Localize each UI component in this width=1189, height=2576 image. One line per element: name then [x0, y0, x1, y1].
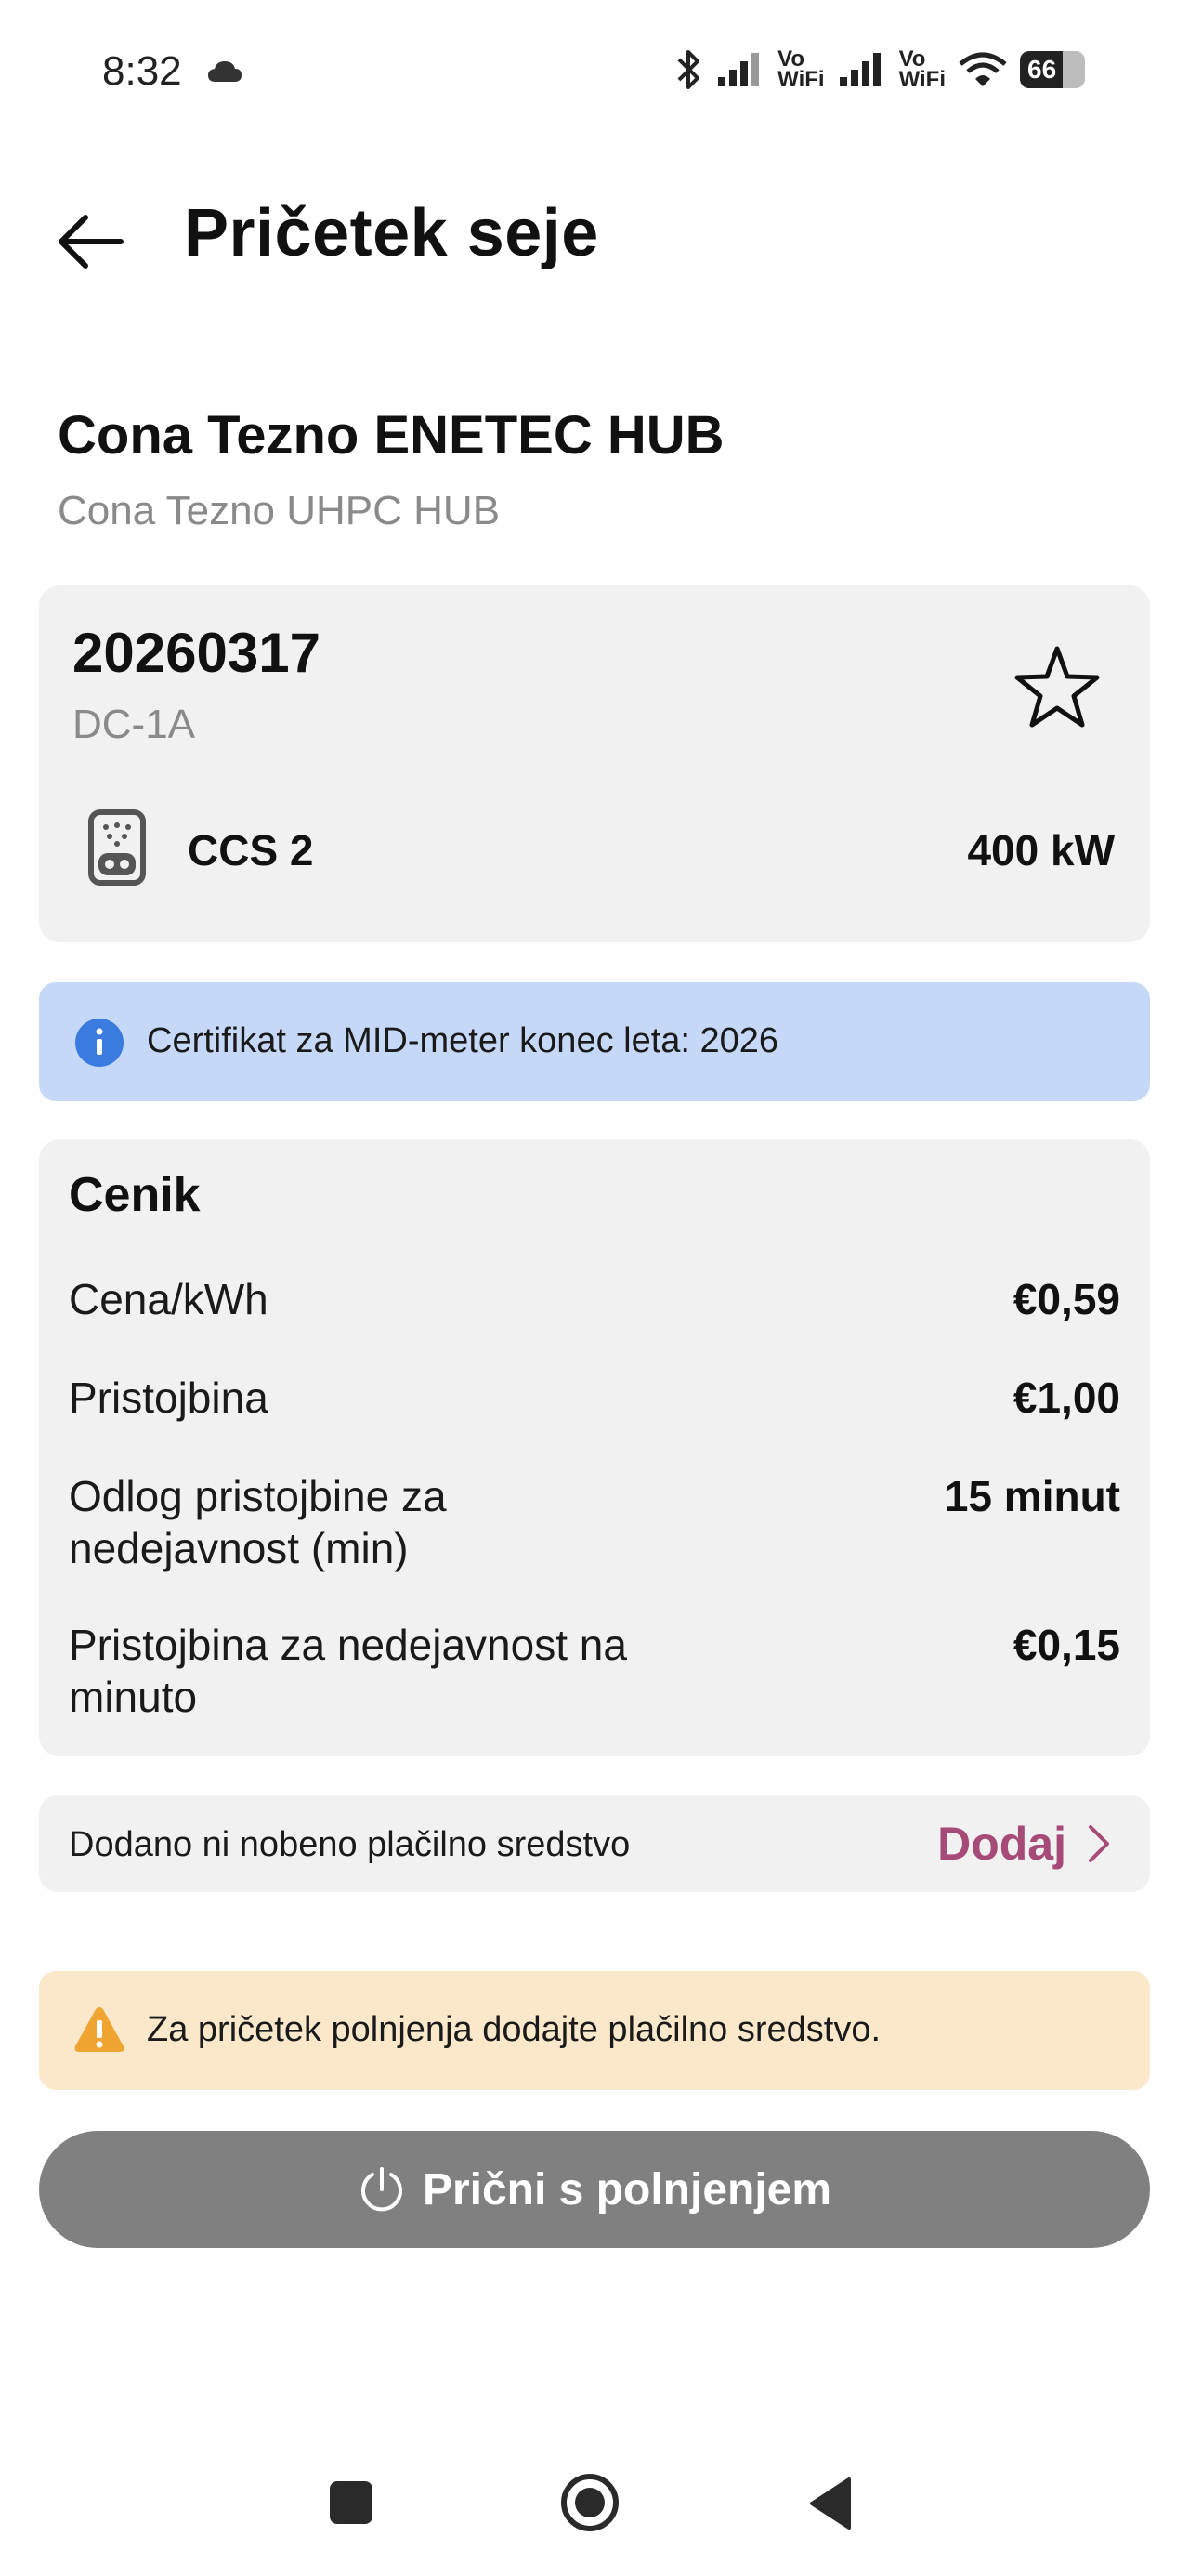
payment-method-row: Dodano ni nobeno plačilno sredstvo Dodaj — [39, 1795, 1150, 1892]
price-label: Pristojbina za nedejavnost na minuto — [69, 1621, 627, 1721]
price-label: Cena/kWh — [69, 1275, 268, 1323]
info-icon — [75, 1019, 124, 1067]
pricing-title: Cenik — [69, 1168, 201, 1222]
status-icons: Vo WiFi Vo WiFi 66 — [675, 48, 1085, 91]
price-value: €0,59 — [1013, 1275, 1120, 1323]
arrow-left-icon — [59, 215, 124, 269]
warning-banner: Za pričetek polnjenja dodajte plačilno s… — [39, 1971, 1150, 2090]
bluetooth-icon — [677, 50, 700, 89]
wifi-icon — [959, 52, 1007, 86]
location-name: Cona Tezno ENETEC HUB — [58, 405, 725, 466]
price-row: Pristojbina €1,00 — [69, 1372, 1120, 1424]
price-value: 15 minut — [944, 1472, 1120, 1520]
signal-icon-2 — [839, 53, 881, 86]
connector-type: CCS 2 — [188, 826, 314, 874]
price-label: Odlog pristojbine za nedejavnost (min) — [69, 1472, 447, 1572]
vowifi-icon: Vo WiFi — [777, 46, 825, 92]
navigation-bar — [0, 2435, 1189, 2576]
warning-icon — [74, 2007, 124, 2052]
cloud-icon — [208, 61, 242, 82]
add-payment-button[interactable]: Dodaj — [937, 1814, 1113, 1873]
power-icon — [360, 2167, 402, 2212]
chevron-right-icon — [1089, 1825, 1109, 1862]
price-value: €1,00 — [1013, 1373, 1120, 1422]
ccs2-connector-icon — [88, 809, 146, 886]
system-back-button[interactable] — [806, 2476, 855, 2531]
warning-text: Za pričetek polnjenja dodajte plačilno s… — [147, 2010, 882, 2049]
status-bar: 8:32 Vo WiFi Vo WiFi 66 — [0, 0, 1189, 149]
star-outline-icon[interactable] — [1011, 641, 1104, 734]
price-label: Pristojbina — [69, 1373, 268, 1422]
pricing-card: Cenik Cena/kWh €0,59 Pristojbina €1,00 O… — [39, 1139, 1150, 1756]
add-payment-label: Dodaj — [937, 1818, 1066, 1870]
status-time: 8:32 — [102, 48, 182, 94]
connector-power: 400 kW — [967, 826, 1115, 874]
price-row: Odlog pristojbine za nedejavnost (min) 1… — [69, 1470, 1120, 1574]
station-card: 20260317 DC-1A CCS 2 400 kW — [39, 585, 1150, 942]
station-id: 20260317 — [72, 622, 320, 684]
info-text: Certifikat za MID-meter konec leta: 2026 — [147, 1021, 779, 1060]
location-subtitle: Cona Tezno UHPC HUB — [58, 488, 501, 533]
home-button[interactable] — [559, 2472, 621, 2533]
signal-icon — [718, 53, 760, 86]
payment-status-text: Dodano ni nobeno plačilno sredstvo — [69, 1825, 631, 1864]
info-banner: Certifikat za MID-meter konec leta: 2026 — [39, 982, 1150, 1101]
price-row: Cena/kWh €0,59 — [69, 1273, 1120, 1325]
price-row: Pristojbina za nedejavnost na minuto €0,… — [69, 1619, 1120, 1723]
start-charging-button[interactable]: Prični s polnjenjem — [39, 2131, 1150, 2248]
start-charging-label: Prični s polnjenjem — [422, 2164, 832, 2215]
page-title: Pričetek seje — [184, 196, 599, 270]
vowifi-icon-2: Vo WiFi — [898, 46, 946, 92]
battery-icon: 66 — [1020, 51, 1085, 88]
recent-apps-button[interactable] — [330, 2481, 372, 2524]
back-button[interactable] — [54, 200, 147, 283]
station-code: DC-1A — [72, 702, 196, 747]
price-value: €0,15 — [1013, 1621, 1120, 1669]
